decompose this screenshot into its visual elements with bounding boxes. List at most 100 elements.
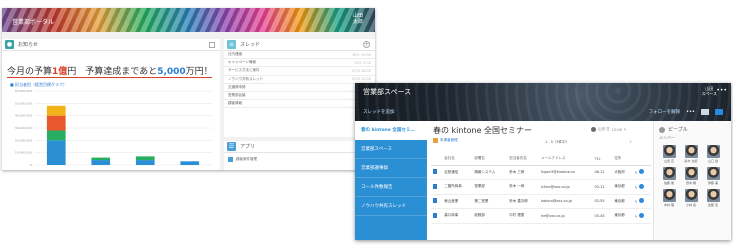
table-cell: kakuro@xxx.co.jp <box>538 194 593 209</box>
thread-row-label: サービス方法と案件 <box>228 68 260 73</box>
member-grid: 山田 花 鈴木 太郎 山口 健佐藤 優 田中 翔 伊藤 美中村 理 小林 亮 加藤 恵 <box>654 141 731 211</box>
thread-row[interactable]: 営業部会議9/28 <box>224 92 375 101</box>
avatar <box>684 167 698 180</box>
table-row[interactable]: 東山産業 第二営業 鈴木 善次郎 kakuro@xxx.co.jp 03-55 東京都 ✎ <box>431 194 651 209</box>
avatar <box>662 189 676 202</box>
member-name: 鈴木 太郎 <box>684 159 698 163</box>
thread-label: スレッド <box>240 42 261 48</box>
app-label: アプリ <box>240 144 256 150</box>
table-cell: 森口商事 <box>442 208 473 224</box>
table-row[interactable]: 森口商事 総務部 中村 理恵 rie@xxx.co.jp 03-45 東京都 ✎ <box>431 208 651 224</box>
table-cell: 東京都 <box>612 179 633 195</box>
table-cell: 03-55 <box>592 194 613 209</box>
member-item[interactable]: 山口 健 <box>704 145 722 163</box>
thread-author: 山田 花 10:08 ✎ <box>591 127 627 132</box>
thread-row-meta: 10/1 9:30 <box>354 60 371 65</box>
app-item[interactable]: 顧客案件管理 <box>228 157 257 162</box>
app-list-icon: ☰ <box>227 142 236 151</box>
table-row[interactable]: 近鉄通信 情報システム 鈴木 三郎 fugen3@kintone.xx 06-12 大阪府… <box>431 165 651 180</box>
table-cell: 東京都 <box>612 194 633 209</box>
thread-row-meta: 9/30 12:00 <box>351 77 371 82</box>
thread-row[interactable]: ノウハウ共有スレッド 9/30 12:00 <box>224 76 375 84</box>
edit-icon[interactable]: ✎ <box>624 128 627 132</box>
budget-value: 1億 <box>52 67 68 77</box>
sidebar-item[interactable]: 営業部スペース <box>355 140 427 159</box>
portal-screenshot: 営業部ポータル 山田 太郎 ● お知らせ 今月の予算1億円 予算達成まであと5,… <box>2 8 375 170</box>
thread-row[interactable]: 社内連絡 10/1 10:00 <box>224 51 375 60</box>
more-icon[interactable]: ••• <box>716 87 727 94</box>
budget-message: 今月の予算1億円 予算達成まであと5,000万円！ <box>7 64 213 77</box>
header-decoration <box>2 8 375 32</box>
member-item[interactable]: 伊藤 美 <box>704 167 722 185</box>
member-item[interactable]: 中村 理 <box>660 189 678 207</box>
bar-segment <box>46 140 66 165</box>
people-panel: ピープル メンバー 山田 花鈴木 太郎 山口 健佐藤 優田中 翔伊藤 美中村 理小… <box>653 121 731 240</box>
member-item[interactable]: 田中 翔 <box>682 167 700 185</box>
people-header: ピープル <box>654 121 731 135</box>
member-item[interactable]: 山田 花 <box>660 145 678 163</box>
expand-icon[interactable] <box>209 42 215 48</box>
status-icon[interactable] <box>638 212 644 218</box>
table-header-cell: 部署名 <box>472 153 508 166</box>
space-user-menu[interactable]: 山田 スペース <box>701 86 717 96</box>
record-icon[interactable] <box>433 212 437 218</box>
member-item[interactable]: 加藤 恵 <box>704 189 722 207</box>
status-icon[interactable] <box>638 169 644 175</box>
member-item[interactable]: 小林 亮 <box>682 189 700 207</box>
table-cell: 総務部 <box>472 208 508 224</box>
thread-row-label: キャンペーン情報 <box>228 60 256 65</box>
thread-row-label: 社内連絡 <box>228 52 242 57</box>
table-cell: fugen3@kintone.xx <box>538 165 593 180</box>
app-link[interactable]: 来場者管理 <box>433 138 458 143</box>
people-label: ピープル <box>668 127 688 133</box>
thread-row-label: ノウハウ共有スレッド <box>228 76 263 81</box>
thread-row[interactable]: 交通費申請9/29 <box>224 84 375 92</box>
thread-row[interactable]: キャンペーン情報 10/1 9:30 <box>224 59 375 68</box>
chevron-right-icon[interactable]: › <box>629 137 632 146</box>
space-toolbar: スレッドを追加 フォローを解除 ••• <box>355 103 731 121</box>
record-icon[interactable] <box>433 169 437 175</box>
space-title: 営業部スペース <box>363 88 412 96</box>
avatar <box>662 167 676 180</box>
toolbar-more-icon[interactable]: ••• <box>686 109 695 115</box>
sidebar-item[interactable]: コール件数報告 <box>355 178 427 197</box>
status-icon[interactable] <box>638 198 644 204</box>
table-header-cell <box>632 153 651 166</box>
toolbar-right: フォローを解除 ••• <box>649 109 723 115</box>
bar-segment <box>180 161 200 165</box>
add-thread-link[interactable]: スレッドを追加 <box>363 109 395 115</box>
thread-row-meta: 10/1 10:00 <box>351 52 371 57</box>
unfollow-link[interactable]: フォローを解除 <box>649 109 681 115</box>
space-user-sub: スペース <box>701 91 717 96</box>
thread-row-meta: 9/30 18:00 <box>351 68 371 73</box>
app-card-header: ☰ アプリ <box>224 141 375 153</box>
bar-segment <box>46 130 66 141</box>
portal-header: 営業部ポータル 山田 太郎 <box>2 8 375 32</box>
table-header-cell: メールアドレス <box>538 153 593 166</box>
status-icon[interactable] <box>638 183 644 189</box>
table-cell: 東山産業 <box>442 194 473 209</box>
portal-title: 営業部ポータル <box>12 19 55 26</box>
sidebar-item[interactable]: ノウハウ共有スレッド <box>355 197 427 216</box>
sidebar-item[interactable]: 春の kintone 全国セミ… <box>355 121 427 140</box>
budget-mid: 円 予算達成まであと <box>67 67 158 77</box>
pager: 1 - 5（5件中） <box>545 140 570 144</box>
panel-view-icon[interactable] <box>715 109 723 115</box>
sidebar-item[interactable]: 営業部議事録 <box>355 159 427 178</box>
table-cell: 第二営業 <box>472 194 508 209</box>
record-icon[interactable] <box>433 198 437 204</box>
people-icon <box>659 126 665 133</box>
avatar <box>706 189 720 202</box>
member-item[interactable]: 鈴木 太郎 <box>682 145 700 163</box>
record-icon[interactable] <box>433 183 437 189</box>
thread-row[interactable]: 顧客情報9/27 <box>224 100 375 109</box>
bar-segment <box>135 160 155 165</box>
list-view-icon[interactable] <box>701 109 709 115</box>
add-thread-icon[interactable]: + <box>363 41 370 48</box>
member-item[interactable]: 佐藤 優 <box>660 167 678 185</box>
table-row[interactable]: 二箇所商事 営業部 鈴木 一郎 ichiro@xxx.co.jp 03-12 東京都 ✎ <box>431 179 651 195</box>
member-name: 田中 翔 <box>686 181 696 185</box>
user-menu[interactable]: 山田 太郎 <box>353 13 363 25</box>
thread-row[interactable]: サービス方法と案件 9/30 18:00 <box>224 67 375 76</box>
post-time: 10:08 <box>611 127 622 132</box>
